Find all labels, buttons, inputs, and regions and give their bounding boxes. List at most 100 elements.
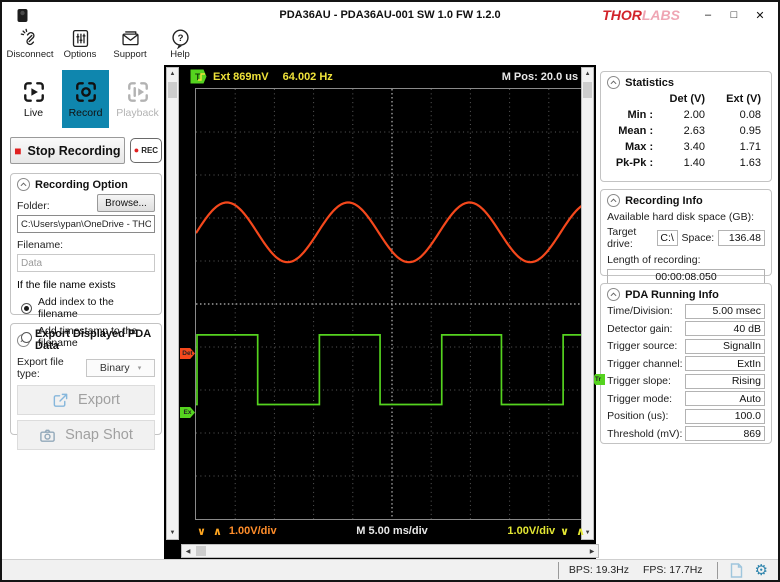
- export-button[interactable]: Export: [17, 385, 155, 415]
- help-icon: ?: [170, 28, 191, 49]
- close-button[interactable]: ✕: [748, 6, 772, 24]
- separator: [558, 562, 559, 579]
- scroll-thumb[interactable]: [583, 82, 592, 98]
- scope-bottom-bar: ∨ ∧ 1.00V/div M 5.00 ms/div 1.00V/div ∨ …: [195, 520, 589, 542]
- tool-label: Disconnect: [7, 49, 54, 60]
- left-panel: Live Record: [2, 65, 164, 559]
- scroll-right-icon[interactable]: ▶: [586, 545, 598, 557]
- tool-label: Options: [64, 49, 97, 60]
- playback-mode-button[interactable]: Playback: [114, 70, 161, 128]
- snapshot-button[interactable]: Snap Shot: [17, 420, 155, 450]
- record-icon: [74, 80, 98, 104]
- browse-button[interactable]: Browse...: [97, 194, 155, 212]
- trigger-source-value: SignalIn: [685, 339, 765, 354]
- time-position-scrollbar[interactable]: ◀ ▶: [181, 544, 599, 558]
- pda-running-info-header[interactable]: PDA Running Info: [607, 288, 765, 301]
- left-offset-scrollbar[interactable]: ▲ ▼: [166, 67, 179, 540]
- stop-recording-button[interactable]: ■ Stop Recording: [10, 137, 125, 164]
- row-label: Threshold (mV):: [607, 428, 682, 440]
- right-offset-scrollbar[interactable]: ▲ ▼: [581, 67, 594, 540]
- export-file-type-value: Binary: [100, 362, 130, 374]
- scroll-down-icon[interactable]: ▼: [167, 527, 178, 539]
- scope-plot[interactable]: [195, 88, 589, 520]
- det-channel-marker[interactable]: Det: [180, 348, 195, 359]
- scroll-track[interactable]: [194, 545, 586, 557]
- rec-label: REC: [141, 146, 158, 155]
- recording-info-header[interactable]: Recording Info: [607, 194, 765, 207]
- row-label: Trigger slope:: [607, 375, 671, 387]
- collapse-chevron-icon: [17, 178, 30, 191]
- settings-gear-icon[interactable]: ⚙: [755, 563, 768, 578]
- maximize-button[interactable]: □: [722, 6, 746, 24]
- scroll-thumb[interactable]: [168, 82, 177, 98]
- file-exists-label: If the file name exists: [17, 279, 155, 291]
- add-index-label: Add index to the filename: [38, 296, 155, 320]
- recording-option-title: Recording Option: [35, 179, 128, 191]
- statistics-header[interactable]: Statistics: [607, 76, 765, 89]
- help-button[interactable]: ? Help: [158, 28, 202, 60]
- radio-selected-icon[interactable]: [21, 303, 32, 314]
- stat-ext-value: 0.95: [709, 125, 765, 137]
- options-button[interactable]: Options: [58, 28, 102, 60]
- rec-indicator-button[interactable]: ● REC: [130, 138, 162, 163]
- pda-running-info-title: PDA Running Info: [625, 289, 719, 301]
- space-label: Space:: [682, 232, 715, 244]
- export-group: Export Displayed PDA Data Export file ty…: [10, 323, 162, 435]
- det-scale-up-icon[interactable]: ∧: [213, 525, 224, 538]
- app-window: PDA36AU - PDA36AU-001 SW 1.0 FW 1.2.0 TH…: [0, 0, 780, 582]
- status-bar: BPS: 19.3Hz FPS: 17.7Hz ⚙: [2, 559, 778, 580]
- row-label: Detector gain:: [607, 323, 672, 335]
- rec-dot-icon: ●: [134, 146, 139, 155]
- time-division-value: 5.00 msec: [685, 304, 765, 319]
- det-vdiv-text: 1.00V/div: [229, 525, 277, 537]
- record-mode-button[interactable]: Record: [62, 70, 109, 128]
- tool-label: Help: [170, 49, 190, 60]
- minimize-button[interactable]: –: [696, 6, 720, 24]
- folder-path-input[interactable]: [17, 215, 155, 233]
- record-label: Record: [69, 107, 103, 119]
- live-mode-button[interactable]: Live: [10, 70, 57, 128]
- recording-info-group: Recording Info Available hard disk space…: [600, 189, 772, 276]
- add-index-option[interactable]: Add index to the filename: [17, 296, 155, 320]
- trigger-icon: T: [190, 69, 207, 84]
- live-label: Live: [24, 107, 43, 119]
- row-label: Position (us):: [607, 410, 668, 422]
- stat-det-value: 3.40: [657, 141, 709, 153]
- recording-option-header[interactable]: Recording Option: [17, 178, 155, 191]
- export-file-type-select[interactable]: Binary ▾: [86, 359, 155, 377]
- stop-recording-label: Stop Recording: [28, 144, 121, 158]
- statistics-title: Statistics: [625, 77, 674, 89]
- scroll-track[interactable]: [167, 80, 178, 527]
- col-header-ext: Ext (V): [709, 93, 765, 105]
- target-drive-label: Target drive:: [607, 226, 653, 250]
- ext-scale-group: 1.00V/div ∨ ∧: [507, 525, 587, 538]
- thorlabs-logo: THORLABS: [602, 7, 680, 23]
- info-row: Detector gain:40 dB: [607, 321, 765, 336]
- stat-det-value: 2.63: [657, 125, 709, 137]
- trigger-mode-value: Auto: [685, 391, 765, 406]
- ext-scale-up-icon[interactable]: ∧: [576, 525, 587, 538]
- scroll-up-icon[interactable]: ▲: [167, 68, 178, 80]
- scroll-left-icon[interactable]: ◀: [182, 545, 194, 557]
- ext-scale-down-icon[interactable]: ∨: [560, 525, 571, 538]
- app-icon: [16, 8, 29, 23]
- radio-unselected-icon[interactable]: [21, 332, 32, 343]
- det-scale-down-icon[interactable]: ∨: [197, 525, 208, 538]
- info-row: Position (us):100.0: [607, 409, 765, 424]
- scroll-up-icon[interactable]: ▲: [582, 68, 593, 80]
- collapse-chevron-icon: [607, 76, 620, 89]
- support-button[interactable]: Support: [108, 28, 152, 60]
- stat-ext-value: 1.63: [709, 157, 765, 169]
- recording-option-group: Recording Option Folder: Browse... Filen…: [10, 173, 162, 315]
- recording-info-title: Recording Info: [625, 195, 703, 207]
- scroll-thumb[interactable]: [196, 546, 206, 556]
- filename-input[interactable]: [17, 254, 155, 272]
- separator: [717, 562, 718, 579]
- export-group-header[interactable]: Export Displayed PDA Data: [17, 328, 155, 352]
- scroll-track[interactable]: [582, 80, 593, 527]
- target-drive-value: C:\: [657, 230, 678, 246]
- stat-row-label: Min :: [607, 109, 657, 121]
- log-document-icon[interactable]: [730, 563, 743, 578]
- disconnect-button[interactable]: Disconnect: [8, 28, 52, 60]
- ext-channel-marker[interactable]: Ex: [180, 407, 195, 418]
